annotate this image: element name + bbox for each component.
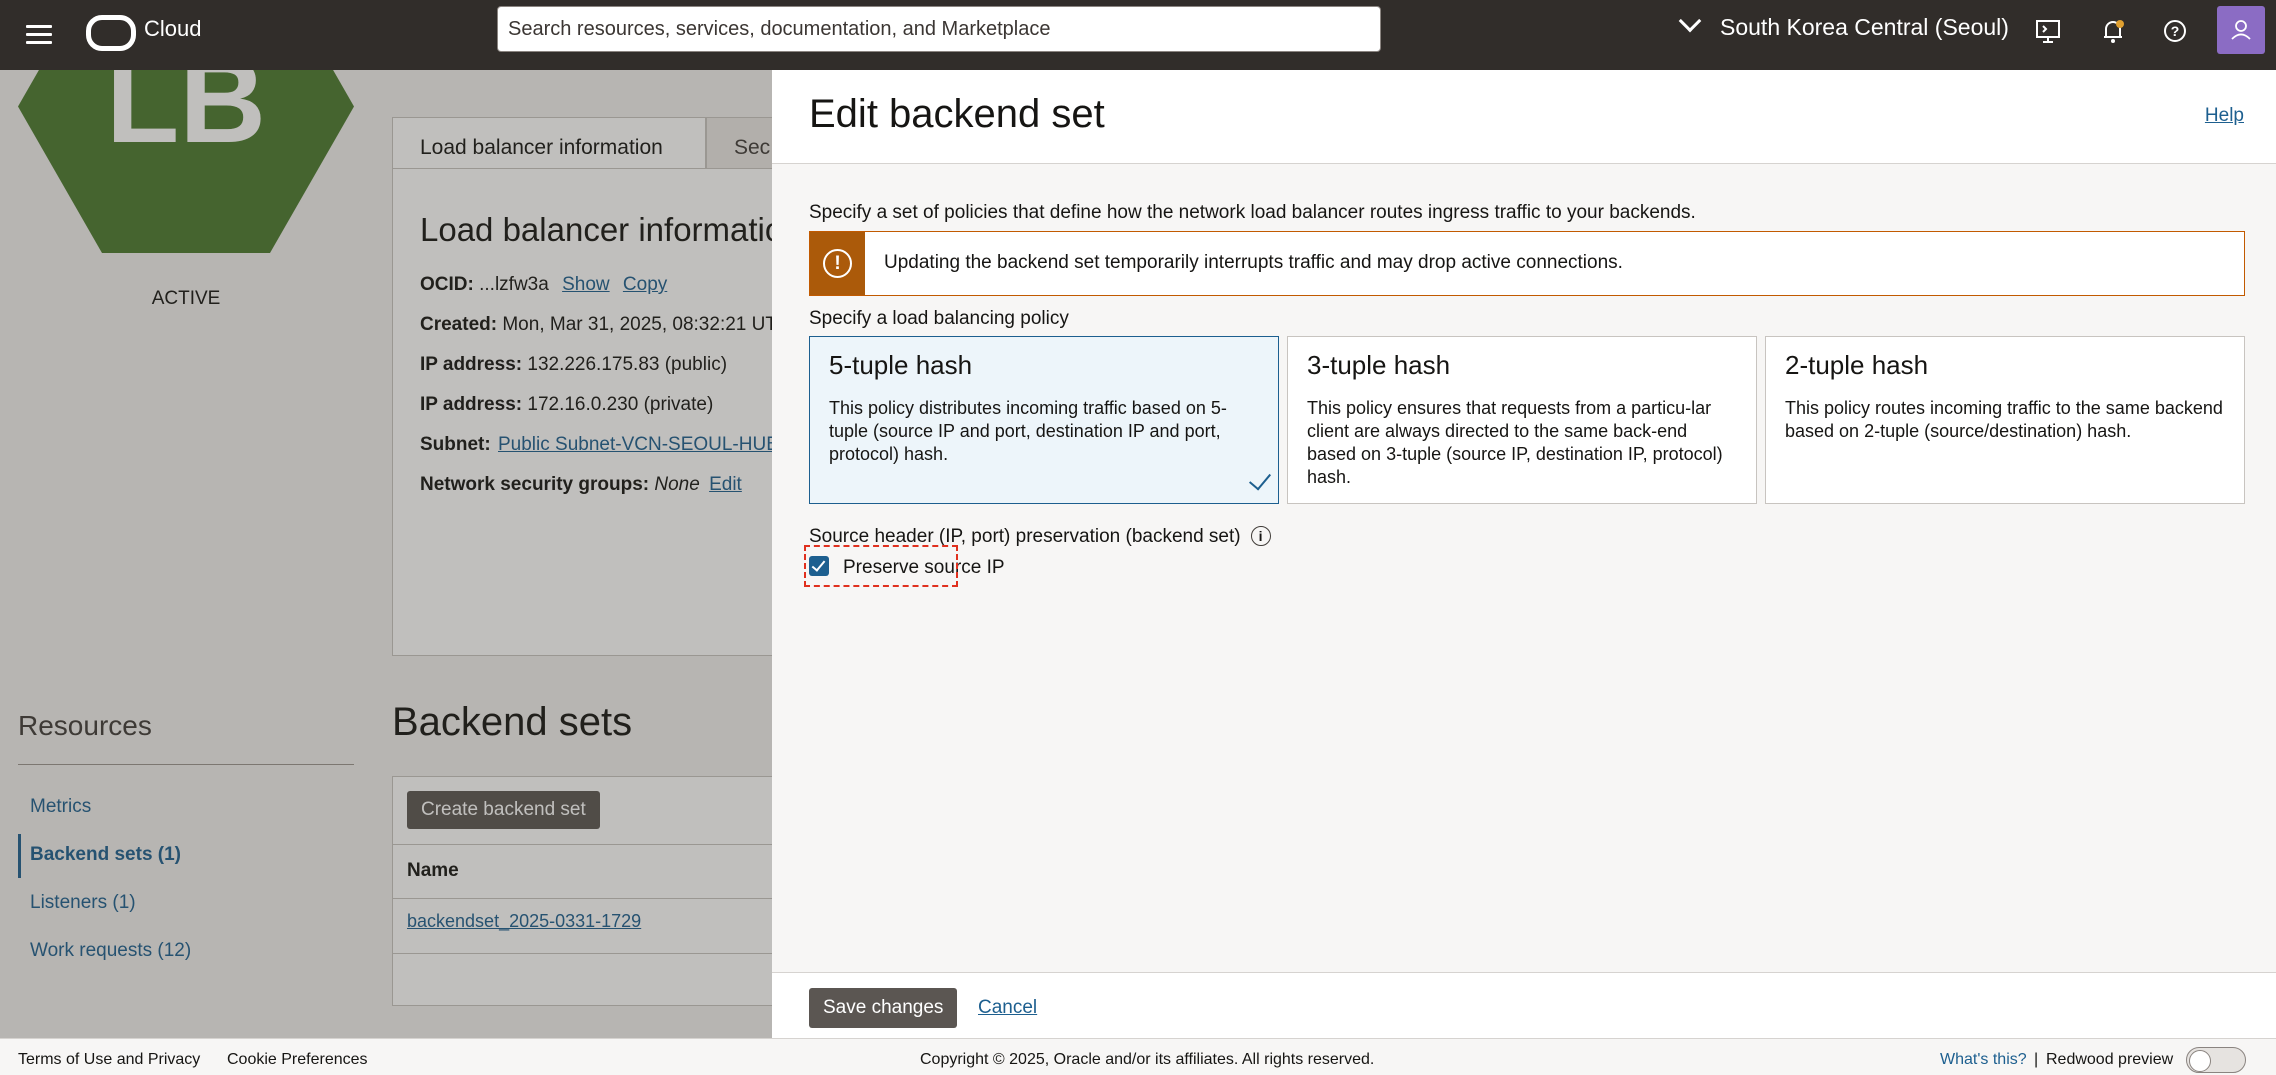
user-profile-icon — [2231, 20, 2251, 40]
panel-intro-text: Specify a set of policies that define ho… — [809, 202, 1696, 223]
policy-card-5-tuple[interactable]: 5-tuple hash This policy distributes inc… — [809, 336, 1279, 504]
redwood-preview-toggle[interactable] — [2186, 1047, 2246, 1073]
highlight-annotation-box — [804, 545, 958, 587]
region-label: South Korea Central (Seoul) — [1720, 14, 2009, 40]
top-navigation-bar: Cloud South Korea Central (Seoul) ? — [0, 0, 2276, 70]
region-selector[interactable]: South Korea Central (Seoul) — [1678, 9, 2009, 41]
panel-body: Specify a set of policies that define ho… — [772, 164, 2276, 972]
help-icon[interactable]: ? — [2160, 16, 2190, 46]
source-header-text: Source header (IP, port) preservation (b… — [809, 526, 1241, 547]
oracle-logo-icon[interactable] — [86, 15, 136, 51]
warning-icon: ! — [810, 232, 865, 295]
cloud-shell-icon[interactable] — [2033, 16, 2063, 46]
notifications-bell-icon[interactable] — [2098, 16, 2128, 46]
copyright-text: Copyright © 2025, Oracle and/or its affi… — [920, 1051, 1375, 1068]
modal-backdrop[interactable] — [0, 70, 772, 1038]
panel-header: Edit backend set Help — [772, 70, 2276, 164]
policy-description: This policy distributes incoming traffic… — [829, 398, 1227, 464]
warning-text: Updating the backend set temporarily int… — [884, 252, 1623, 273]
page-footer: Terms of Use and Privacy Cookie Preferen… — [0, 1038, 2276, 1075]
cancel-link[interactable]: Cancel — [978, 997, 1037, 1019]
svg-text:?: ? — [2171, 23, 2180, 39]
policy-card-3-tuple[interactable]: 3-tuple hash This policy ensures that re… — [1287, 336, 1757, 504]
policy-title: 2-tuple hash — [1785, 350, 1929, 380]
search-box[interactable] — [497, 6, 1381, 52]
policy-description: This policy ensures that requests from a… — [1307, 398, 1723, 487]
info-icon[interactable]: i — [1250, 526, 1271, 546]
help-link[interactable]: Help — [2205, 105, 2244, 127]
user-avatar[interactable] — [2217, 6, 2265, 54]
save-changes-button[interactable]: Save changes — [809, 988, 958, 1028]
edit-backend-set-panel: Edit backend set Help Specify a set of p… — [772, 70, 2276, 1039]
policy-card-2-tuple[interactable]: 2-tuple hash This policy routes incoming… — [1765, 336, 2245, 504]
terms-link[interactable]: Terms of Use and Privacy — [18, 1051, 200, 1069]
policy-label: Specify a load balancing policy — [809, 308, 1069, 329]
hamburger-menu-icon[interactable] — [26, 20, 52, 50]
policy-description: This policy routes incoming traffic to t… — [1785, 398, 2223, 441]
whats-this-link[interactable]: What's this? — [1940, 1051, 2027, 1069]
panel-footer: Save changes Cancel — [772, 972, 2276, 1039]
panel-title: Edit backend set — [809, 92, 1105, 136]
footer-separator: | — [2034, 1051, 2039, 1068]
cookie-preferences-link[interactable]: Cookie Preferences — [227, 1051, 368, 1069]
brand-name[interactable]: Cloud — [144, 16, 201, 42]
chevron-down-icon — [1678, 9, 1702, 33]
policy-title: 5-tuple hash — [829, 350, 973, 380]
redwood-preview-label: Redwood preview — [2046, 1051, 2174, 1068]
search-input[interactable] — [498, 7, 1380, 51]
warning-banner: ! Updating the backend set temporarily i… — [809, 231, 2245, 296]
selected-check-icon — [1248, 467, 1272, 491]
policy-title: 3-tuple hash — [1307, 350, 1451, 380]
